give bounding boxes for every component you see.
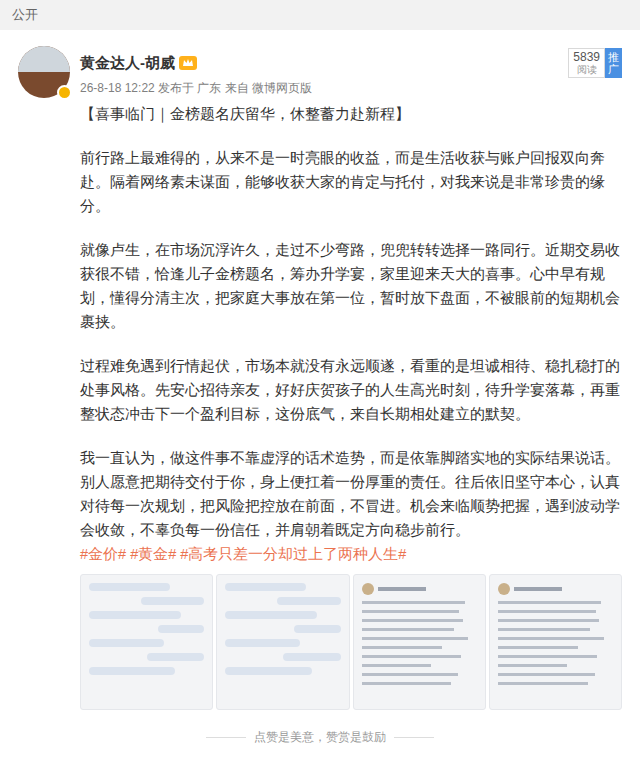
image-line bbox=[498, 646, 579, 649]
image-line bbox=[225, 611, 317, 619]
post-header: 黄金达人-胡威 26-8-18 12:22 发布于 广东 来自 微博网页版5839… bbox=[0, 30, 640, 98]
image-grid bbox=[80, 574, 622, 710]
post-image[interactable] bbox=[353, 574, 486, 710]
post-image[interactable] bbox=[216, 574, 349, 710]
image-line bbox=[147, 653, 205, 661]
image-line bbox=[498, 673, 595, 676]
image-line bbox=[277, 597, 340, 605]
post-paragraph: 前行路上最难得的，从来不是一时亮眼的收益，而是生活收获与账户回报双向奔赴。隔着网… bbox=[80, 146, 622, 218]
image-line bbox=[362, 655, 461, 658]
image-line bbox=[498, 619, 599, 622]
image-line bbox=[362, 682, 452, 685]
post-body: 【喜事临门｜金榜题名庆留华，休整蓄力赴新程】前行路上最难得的，从来不是一时亮眼的… bbox=[0, 102, 640, 710]
image-line bbox=[498, 601, 602, 604]
weibo-post-page: 公开黄金达人-胡威 26-8-18 12:22 发布于 广东 来自 微博网页版58… bbox=[0, 0, 640, 774]
image-line bbox=[498, 682, 588, 685]
image-line bbox=[89, 667, 175, 675]
image-line bbox=[362, 628, 454, 631]
image-line bbox=[225, 583, 306, 591]
post-paragraph: 我一直认为，做这件事不靠虚浮的话术造势，而是依靠脚踏实地的实际结果说话。别人愿意… bbox=[80, 446, 622, 542]
image-header bbox=[362, 583, 477, 595]
post-image[interactable] bbox=[489, 574, 622, 710]
image-line bbox=[362, 637, 468, 640]
image-line bbox=[362, 646, 443, 649]
hashtag[interactable]: #金价# bbox=[80, 542, 126, 566]
verified-icon bbox=[57, 85, 72, 100]
image-header bbox=[498, 583, 613, 595]
post-meta: 26-8-18 12:22 发布于 广东 来自 微博网页版 bbox=[80, 79, 568, 97]
image-line bbox=[89, 583, 170, 591]
image-line bbox=[498, 610, 596, 613]
image-line bbox=[498, 655, 597, 658]
crown-icon bbox=[179, 56, 197, 70]
post-footer: 点赞是美意，赞赏是鼓励 bbox=[0, 728, 640, 746]
image-line bbox=[362, 673, 459, 676]
hashtags: #金价##黄金##高考只差一分却过上了两种人生# bbox=[80, 542, 622, 566]
promote-button[interactable]: 推广 bbox=[605, 48, 622, 78]
image-line bbox=[225, 639, 300, 647]
image-line bbox=[225, 667, 311, 675]
post-title: 【喜事临门｜金榜题名庆留华，休整蓄力赴新程】 bbox=[80, 102, 622, 126]
image-line bbox=[89, 639, 164, 647]
image-line bbox=[362, 664, 431, 667]
hashtag[interactable]: #黄金# bbox=[130, 542, 176, 566]
avatar[interactable] bbox=[18, 46, 70, 98]
image-line bbox=[283, 653, 341, 661]
post-image[interactable] bbox=[80, 574, 213, 710]
image-line bbox=[141, 597, 204, 605]
image-line bbox=[498, 664, 567, 667]
author-name[interactable]: 黄金达人-胡威 bbox=[80, 52, 175, 75]
hashtag[interactable]: #高考只差一分却过上了两种人生# bbox=[180, 542, 406, 566]
visibility-bar: 公开 bbox=[0, 0, 640, 30]
image-line bbox=[498, 628, 590, 631]
image-line bbox=[498, 637, 604, 640]
read-count: 5839阅读 bbox=[568, 48, 605, 78]
image-line bbox=[89, 611, 181, 619]
image-line bbox=[294, 625, 340, 633]
post-paragraph: 就像卢生，在市场沉浮许久，走过不少弯路，兜兜转转选择一路同行。近期交易收获很不错… bbox=[80, 238, 622, 334]
image-line bbox=[158, 625, 204, 633]
post-paragraph: 过程难免遇到行情起伏，市场本就没有永远顺遂，看重的是坦诚相待、稳扎稳打的处事风格… bbox=[80, 354, 622, 426]
image-line bbox=[362, 610, 460, 613]
image-line bbox=[362, 601, 466, 604]
image-line bbox=[362, 619, 463, 622]
